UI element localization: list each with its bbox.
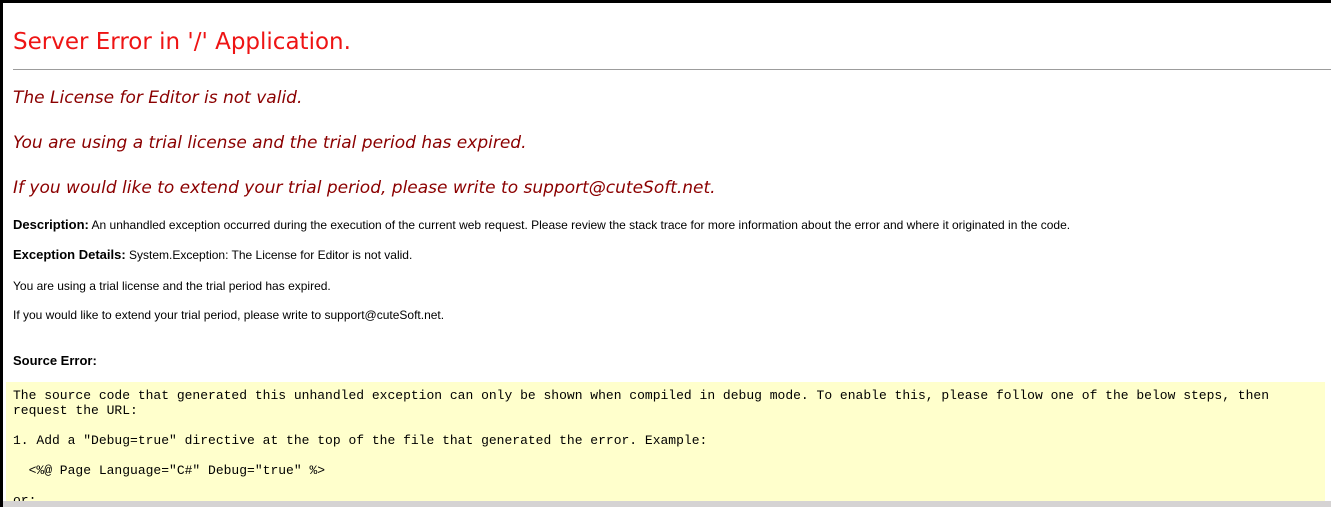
source-error-code-text: The source code that generated this unha… — [13, 388, 1318, 507]
exception-extra-line-2: If you would like to extend your trial p… — [13, 309, 1321, 322]
exception-details-label: Exception Details: — [13, 247, 126, 262]
title-divider — [13, 69, 1331, 70]
exception-extra-line-1: You are using a trial license and the tr… — [13, 280, 1321, 293]
description-label: Description: — [13, 217, 89, 232]
description-text: An unhandled exception occurred during t… — [89, 218, 1070, 232]
source-error-heading: Source Error: — [13, 354, 1321, 368]
error-message-line-3: If you would like to extend your trial p… — [13, 178, 1321, 198]
window-bottom-edge — [3, 501, 1331, 507]
error-message-line-2: You are using a trial license and the tr… — [13, 133, 1321, 153]
exception-details-text: System.Exception: The License for Editor… — [126, 248, 413, 262]
source-error-label: Source Error: — [13, 353, 97, 368]
page-title: Server Error in '/' Application. — [13, 29, 1321, 55]
description-line: Description: An unhandled exception occu… — [13, 218, 1321, 232]
error-message-line-1: The License for Editor is not valid. — [13, 88, 1321, 108]
source-error-code-box: The source code that generated this unha… — [6, 382, 1325, 507]
exception-details-line: Exception Details: System.Exception: The… — [13, 248, 1321, 262]
error-page: Server Error in '/' Application. The Lic… — [0, 0, 1331, 507]
